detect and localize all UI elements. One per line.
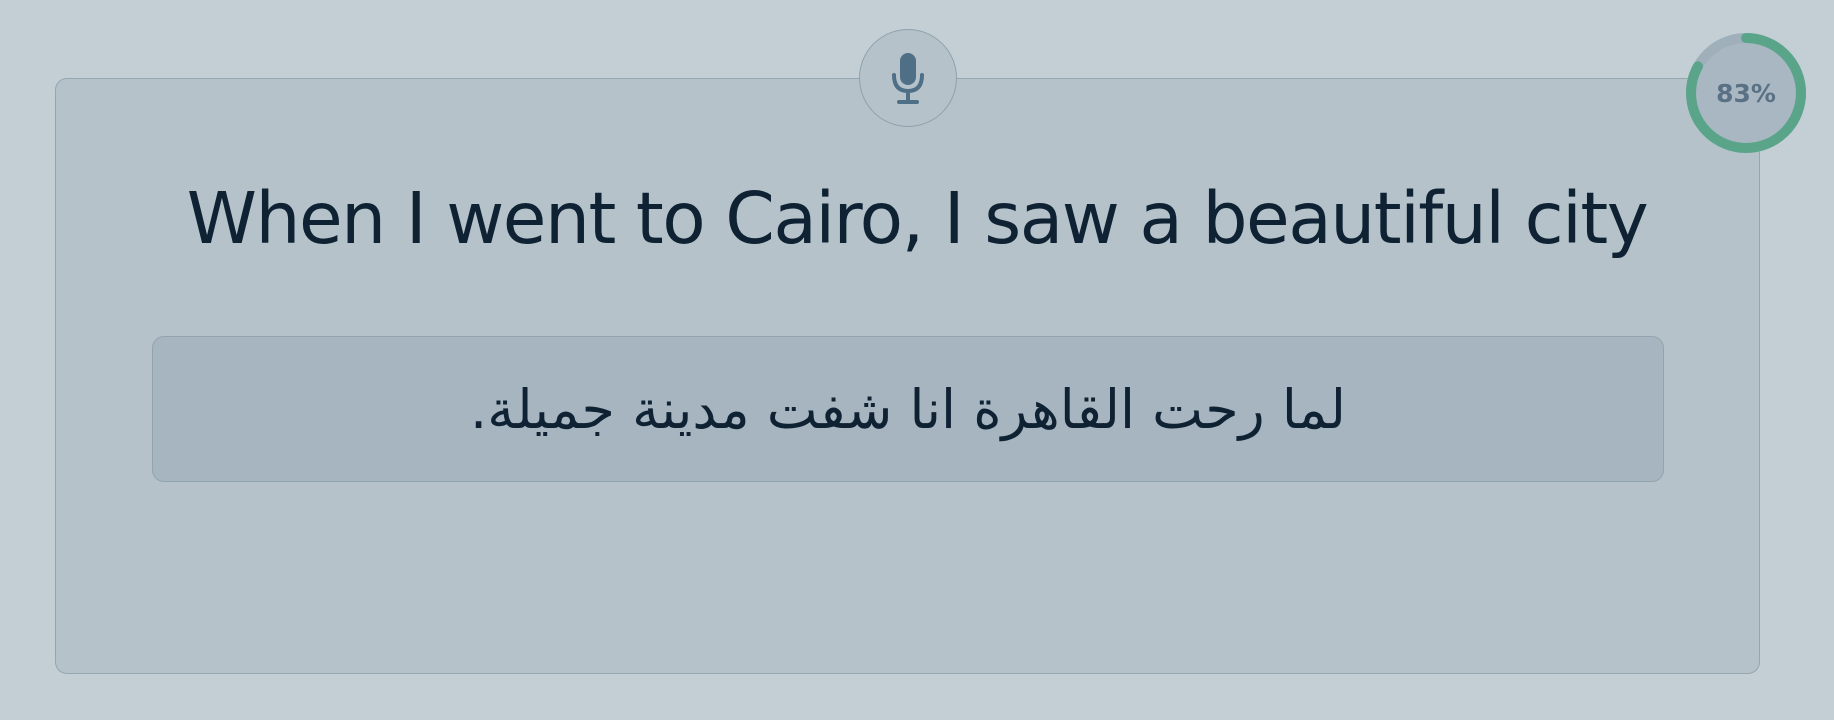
progress-percent-label: 83% <box>1716 78 1776 108</box>
microphone-button[interactable] <box>859 29 957 127</box>
progress-ring: 83% <box>1682 29 1810 157</box>
prompt-sentence: When I went to Cairo, I saw a beautiful … <box>186 177 1649 260</box>
answer-sentence: لما رحت القاهرة انا شفت مدينة جميلة. <box>470 377 1346 441</box>
microphone-icon <box>892 53 924 104</box>
answer-box: لما رحت القاهرة انا شفت مدينة جميلة. <box>152 336 1664 482</box>
